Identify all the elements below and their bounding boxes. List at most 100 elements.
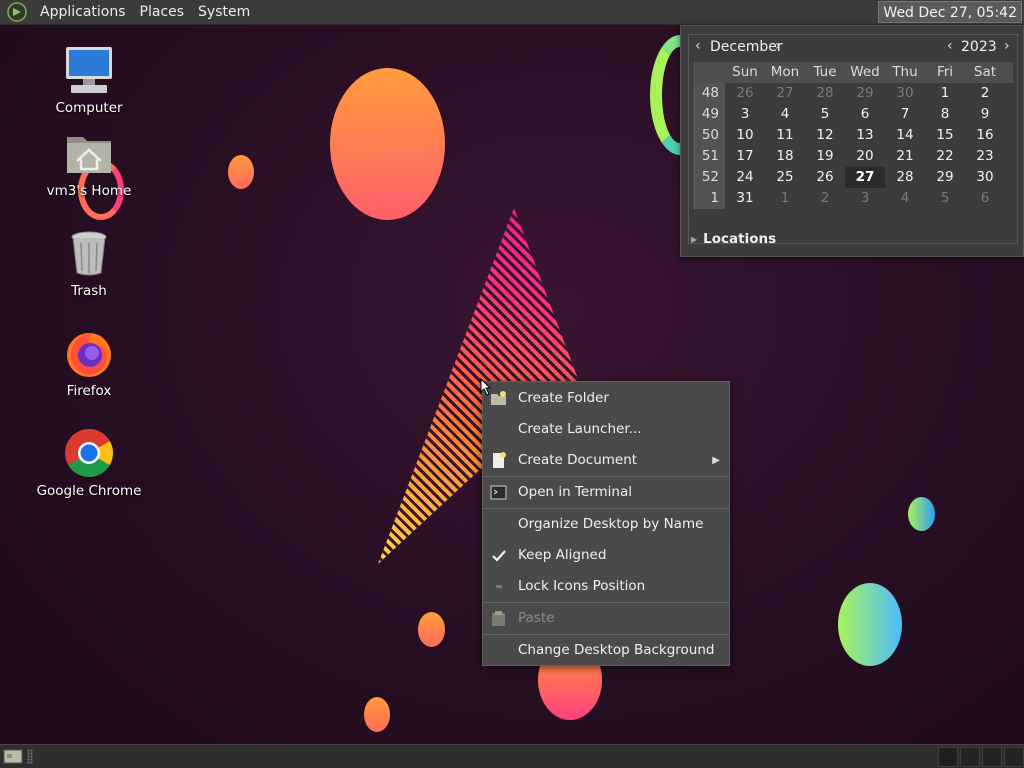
next-month-icon[interactable]: › [775,38,781,54]
calendar-day[interactable]: 12 [805,125,845,146]
calendar-day[interactable]: 6 [965,188,1005,209]
calendar-day[interactable]: 7 [885,104,925,125]
menu-item-paste[interactable]: Paste [483,603,729,634]
show-desktop-icon[interactable] [3,748,23,765]
calendar-day[interactable]: 23 [965,146,1005,167]
week-number: 48 [693,83,725,104]
calendar-day[interactable]: 21 [885,146,925,167]
menu-item-create-launcher[interactable]: Create Launcher... [483,414,729,445]
calendar-day[interactable]: 19 [805,146,845,167]
calendar-day[interactable]: 2 [965,83,1005,104]
calendar-day[interactable]: 28 [805,83,845,104]
weekday-header-row: Sun Mon Tue Wed Thu Fri Sat [693,62,1013,83]
desktop-icon-chrome[interactable]: Google Chrome [24,427,154,499]
desktop-icon-home[interactable]: vm3's Home [24,127,154,199]
calendar-day[interactable]: 15 [925,125,965,146]
calendar-day[interactable]: 10 [725,125,765,146]
menu-item-keep-aligned[interactable]: Keep Aligned [483,540,729,571]
workspace-1-button[interactable] [938,747,958,767]
menu-item-lock-icons[interactable]: Lock Icons Position [483,571,729,602]
wallpaper-orange-blob [330,68,445,220]
calendar-day[interactable]: 1 [925,83,965,104]
calendar-day[interactable]: 28 [885,167,925,188]
calendar-day[interactable]: 9 [965,104,1005,125]
workspace-2-button[interactable] [960,747,980,767]
desktop-icon-firefox[interactable]: Firefox [24,327,154,399]
menu-system[interactable]: System [191,0,257,25]
calendar-week-row: 50 10 11 12 13 14 15 16 [693,125,1013,146]
calendar-day[interactable]: 5 [805,104,845,125]
desktop-icon-computer[interactable]: Computer [24,44,154,116]
calendar-day[interactable]: 11 [765,125,805,146]
calendar-day[interactable]: 4 [765,104,805,125]
workspace-3-button[interactable] [982,747,1002,767]
menu-item-label: Create Folder [518,390,609,406]
calendar-week-row: 49 3 4 5 6 7 8 9 [693,104,1013,125]
firefox-icon [67,333,111,377]
menu-places[interactable]: Places [133,0,192,25]
calendar-day-today[interactable]: 27 [845,167,885,188]
desktop-icon-label: Computer [55,100,123,116]
calendar-day[interactable]: 20 [845,146,885,167]
calendar-day[interactable]: 30 [885,83,925,104]
menu-item-label: Lock Icons Position [518,578,646,594]
week-number: 1 [693,188,725,209]
calendar-day[interactable]: 31 [725,188,765,209]
desktop-icon-trash[interactable]: Trash [24,227,154,299]
calendar-day[interactable]: 4 [885,188,925,209]
menu-item-change-background[interactable]: Change Desktop Background [483,635,729,666]
menu-item-create-document[interactable]: Create Document ▶ [483,445,729,476]
calendar-day[interactable]: 5 [925,188,965,209]
calendar-day[interactable]: 1 [765,188,805,209]
calendar-day[interactable]: 3 [725,104,765,125]
wallpaper-orange-dot [418,612,445,647]
calendar-day[interactable]: 14 [885,125,925,146]
calendar-day[interactable]: 2 [805,188,845,209]
weekday-header: Sat [973,64,997,80]
menu-item-label: Organize Desktop by Name [518,516,704,532]
workspace-4-button[interactable] [1004,747,1024,767]
desktop-context-menu: Create Folder Create Launcher... Create … [482,381,730,666]
calendar-day[interactable]: 6 [845,104,885,125]
calendar-popup: ‹ December › ‹ 2023 › Sun Mon Tue Wed Th… [680,25,1024,257]
calendar-day[interactable]: 30 [965,167,1005,188]
panel-drag-handle[interactable] [27,749,33,764]
calendar-day[interactable]: 26 [805,167,845,188]
bottom-panel [0,744,1024,768]
calendar-day[interactable]: 8 [925,104,965,125]
clock[interactable]: Wed Dec 27, 05:42 [878,1,1022,23]
calendar-day[interactable]: 16 [965,125,1005,146]
calendar-day[interactable]: 29 [925,167,965,188]
calendar-day[interactable]: 25 [765,167,805,188]
next-year-icon[interactable]: › [1004,38,1010,54]
menu-applications[interactable]: Applications [33,0,133,25]
locations-expander[interactable]: ▶ Locations [691,231,776,247]
calendar-day[interactable]: 18 [765,146,805,167]
prev-year-icon[interactable]: ‹ [947,38,953,54]
week-number: 49 [693,104,725,125]
paste-icon [492,611,505,626]
menu-item-create-folder[interactable]: Create Folder [483,383,729,414]
calendar-day[interactable]: 27 [765,83,805,104]
desktop-icon-label: Trash [71,283,107,299]
top-panel: Applications Places System Wed Dec 27, 0… [0,0,1024,25]
wallpaper-green-blob [838,583,902,666]
menu-item-organize-desktop[interactable]: Organize Desktop by Name [483,509,729,540]
week-number: 50 [693,125,725,146]
calendar-week-row: 48 26 27 28 29 30 1 2 [693,83,1013,104]
desktop-icon-label: Google Chrome [36,483,142,499]
calendar-day[interactable]: 22 [925,146,965,167]
calendar-widget: ‹ December › ‹ 2023 › Sun Mon Tue Wed Th… [688,34,1018,244]
weekday-header: Thu [892,64,918,80]
calendar-day[interactable]: 13 [845,125,885,146]
calendar-day[interactable]: 29 [845,83,885,104]
calendar-day[interactable]: 26 [725,83,765,104]
prev-month-icon[interactable]: ‹ [695,38,701,54]
checkbox-unchecked-icon [496,585,502,588]
calendar-day[interactable]: 17 [725,146,765,167]
calendar-day[interactable]: 24 [725,167,765,188]
menu-item-label: Create Document [518,452,638,468]
calendar-day[interactable]: 3 [845,188,885,209]
mate-logo-icon[interactable] [7,2,27,22]
menu-item-open-terminal[interactable]: Open in Terminal [483,477,729,508]
